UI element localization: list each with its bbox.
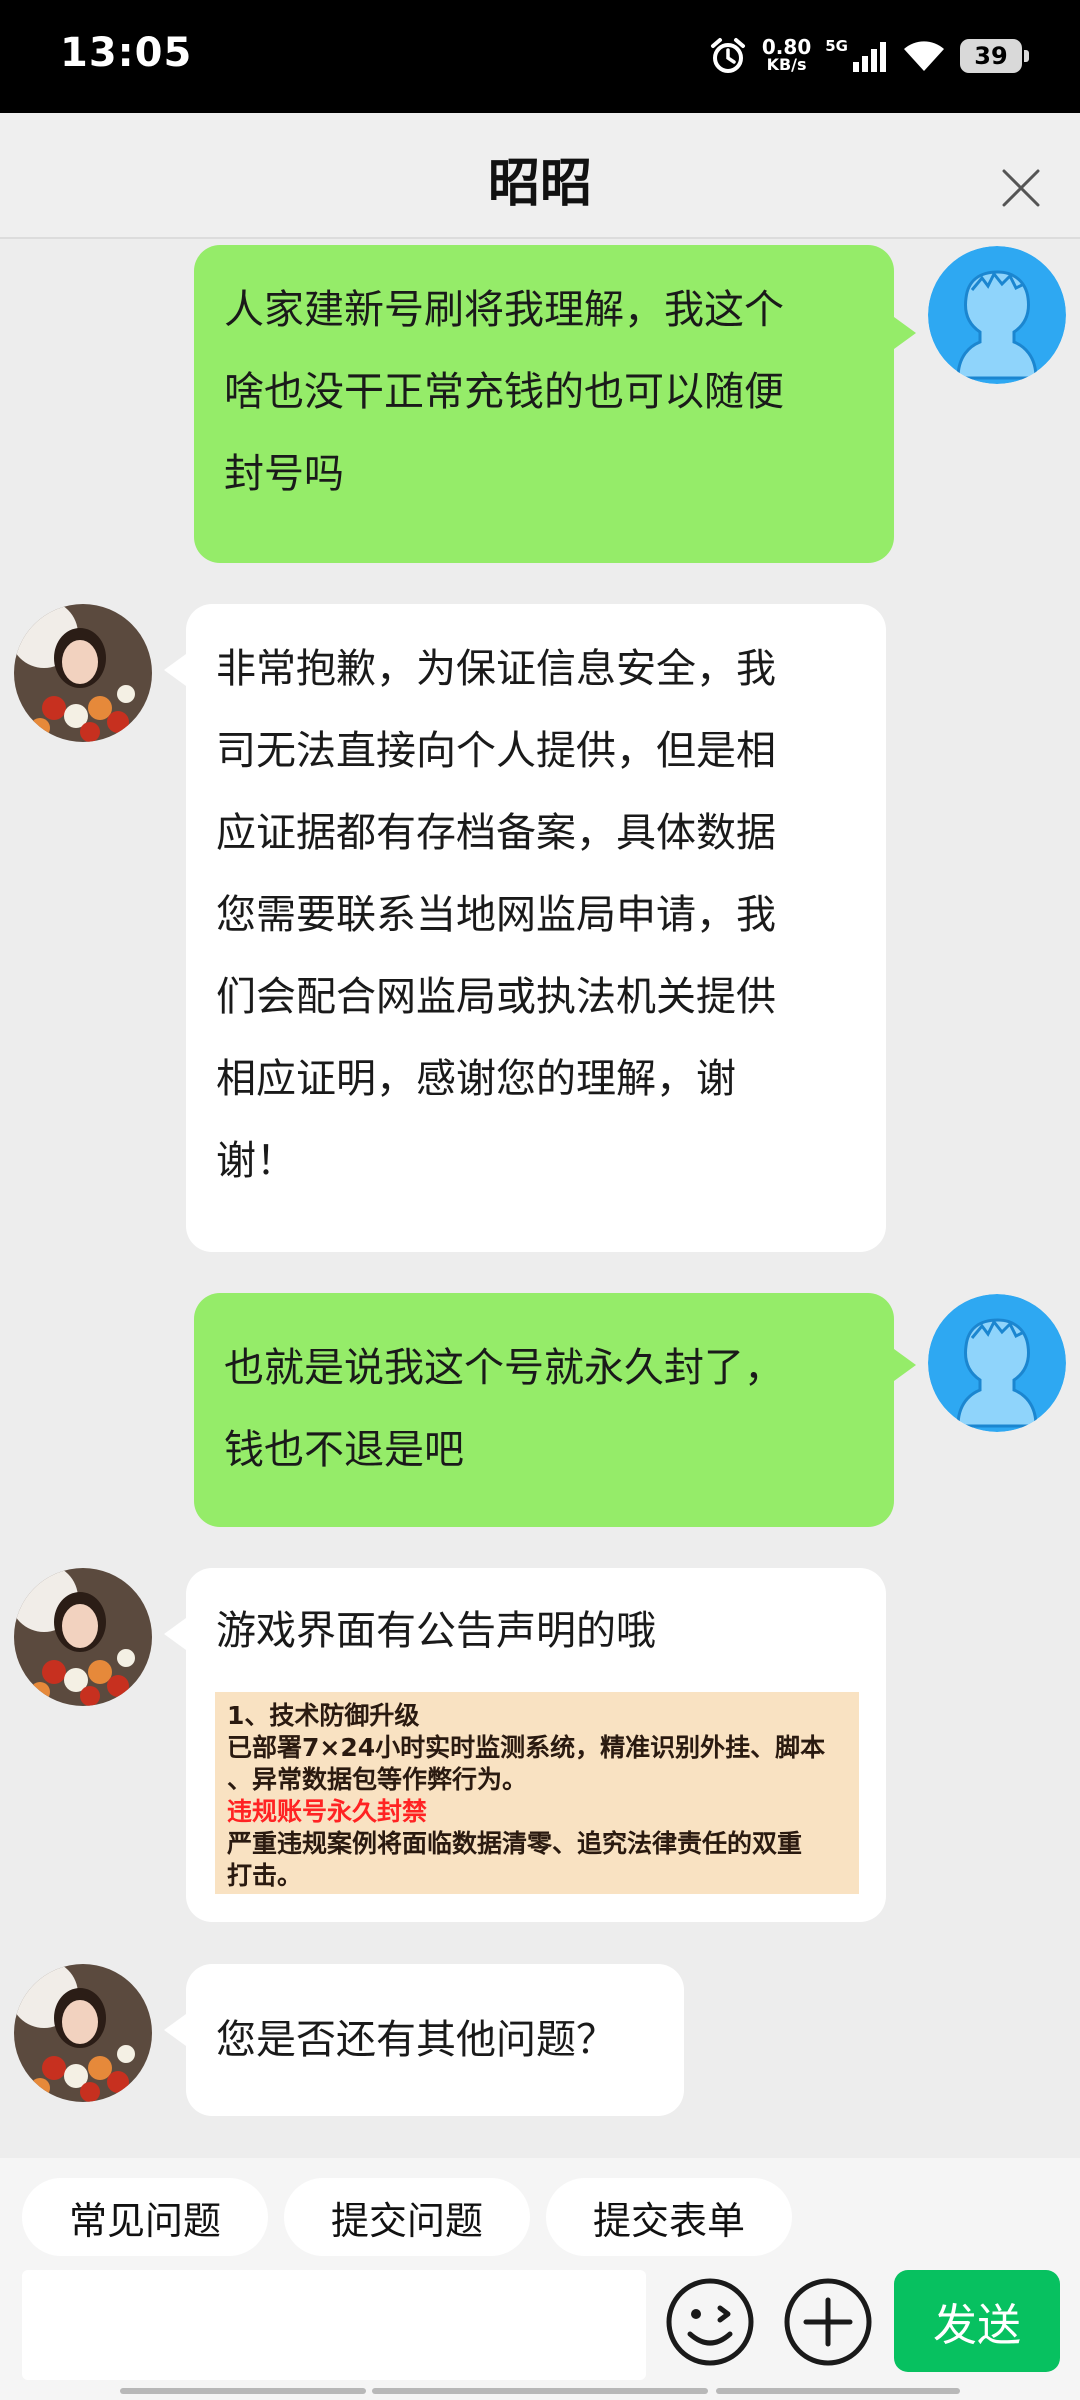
notice-line: 严重违规案例将面临数据清零、追究法律责任的双重 — [227, 1829, 803, 1858]
battery-level: 39 — [974, 42, 1008, 70]
notice-line: 已部署7×24小时实时监测系统，精准识别外挂、脚本 — [227, 1733, 826, 1762]
gesture-bar — [716, 2388, 960, 2394]
battery-indicator: 39 — [960, 39, 1029, 73]
notice-line: 1、技术防御升级 — [227, 1701, 420, 1730]
send-button[interactable]: 发送 — [894, 2270, 1060, 2372]
composer-bar: 常见问题 提交问题 提交表单 发送 — [0, 2158, 1080, 2400]
message-line: 司无法直接向个人提供，但是相 — [216, 728, 776, 774]
message-line: 封号吗 — [224, 451, 344, 497]
plus-icon[interactable] — [782, 2276, 874, 2368]
agent-photo-icon — [14, 1964, 152, 2102]
chat-header: 昭昭 — [0, 113, 1080, 239]
message-line: 啥也没干正常充钱的也可以随便 — [224, 369, 784, 415]
quick-action-submit-form-button[interactable]: 提交表单 — [546, 2178, 792, 2256]
message-input[interactable] — [22, 2270, 646, 2380]
status-icons: 0.80 KB/s 5G 39 — [708, 34, 1029, 78]
quick-action-submit-question-button[interactable]: 提交问题 — [284, 2178, 530, 2256]
message-bubble-incoming[interactable]: 非常抱歉，为保证信息安全，我 司无法直接向个人提供，但是相 应证据都有存档备案，… — [164, 604, 886, 1252]
gesture-bar — [372, 2388, 708, 2394]
notice-line: 、异常数据包等作弊行为。 — [227, 1765, 528, 1794]
agent-avatar[interactable] — [14, 604, 152, 742]
network-speed-value: 0.80 — [761, 35, 812, 59]
message-line: 非常抱歉，为保证信息安全，我 — [216, 646, 776, 692]
quick-action-faq-button[interactable]: 常见问题 — [22, 2178, 268, 2256]
my-avatar[interactable] — [928, 246, 1066, 384]
agent-avatar[interactable] — [14, 1964, 152, 2102]
notice-line: 打击。 — [227, 1861, 303, 1890]
notice-line-highlight: 违规账号永久封禁 — [227, 1797, 428, 1826]
default-user-avatar-icon — [928, 1294, 1066, 1432]
gesture-bar — [120, 2388, 366, 2394]
message-line: 谢！ — [216, 1138, 296, 1184]
status-time: 13:05 — [60, 30, 193, 76]
message-line: 相应证明，感谢您的理解，谢 — [216, 1056, 736, 1102]
message-line: 游戏界面有公告声明的哦 — [216, 1608, 656, 1654]
wifi-icon — [904, 41, 944, 71]
my-avatar[interactable] — [928, 1294, 1066, 1432]
emoji-icon[interactable] — [664, 2276, 756, 2368]
message-line: 您是否还有其他问题？ — [216, 2017, 616, 2063]
message-line: 们会配合网监局或执法机关提供 — [216, 974, 776, 1020]
signal-icon — [853, 42, 886, 72]
default-user-avatar-icon — [928, 246, 1066, 384]
message-bubble-outgoing[interactable]: 也就是说我这个号就永久封了， 钱也不退是吧 — [194, 1293, 916, 1527]
chat-title: 昭昭 — [487, 154, 592, 214]
alarm-icon — [710, 38, 745, 73]
agent-avatar[interactable] — [14, 1568, 152, 1706]
message-bubble-incoming[interactable]: 您是否还有其他问题？ — [164, 1964, 684, 2116]
message-line: 人家建新号刷将我理解，我这个 — [224, 287, 784, 333]
agent-photo-icon — [14, 1568, 152, 1706]
notice-image[interactable]: 1、技术防御升级 已部署7×24小时实时监测系统，精准识别外挂、脚本 、异常数据… — [215, 1692, 859, 1894]
close-icon[interactable] — [998, 165, 1044, 211]
agent-photo-icon — [14, 604, 152, 742]
network-speed-unit: KB/s — [766, 55, 807, 74]
message-line: 钱也不退是吧 — [224, 1427, 464, 1473]
message-line: 应证据都有存档备案，具体数据 — [216, 810, 776, 856]
message-line: 也就是说我这个号就永久封了， — [224, 1345, 784, 1391]
message-line: 您需要联系当地网监局申请，我 — [216, 892, 776, 938]
network-speed: 0.80 KB/s — [761, 35, 812, 74]
status-bar: 13:05 0.80 KB/s 5G 39 — [0, 0, 1080, 113]
network-type: 5G — [825, 37, 848, 55]
message-bubble-outgoing[interactable]: 人家建新号刷将我理解，我这个 啥也没干正常充钱的也可以随便 封号吗 — [194, 245, 916, 563]
